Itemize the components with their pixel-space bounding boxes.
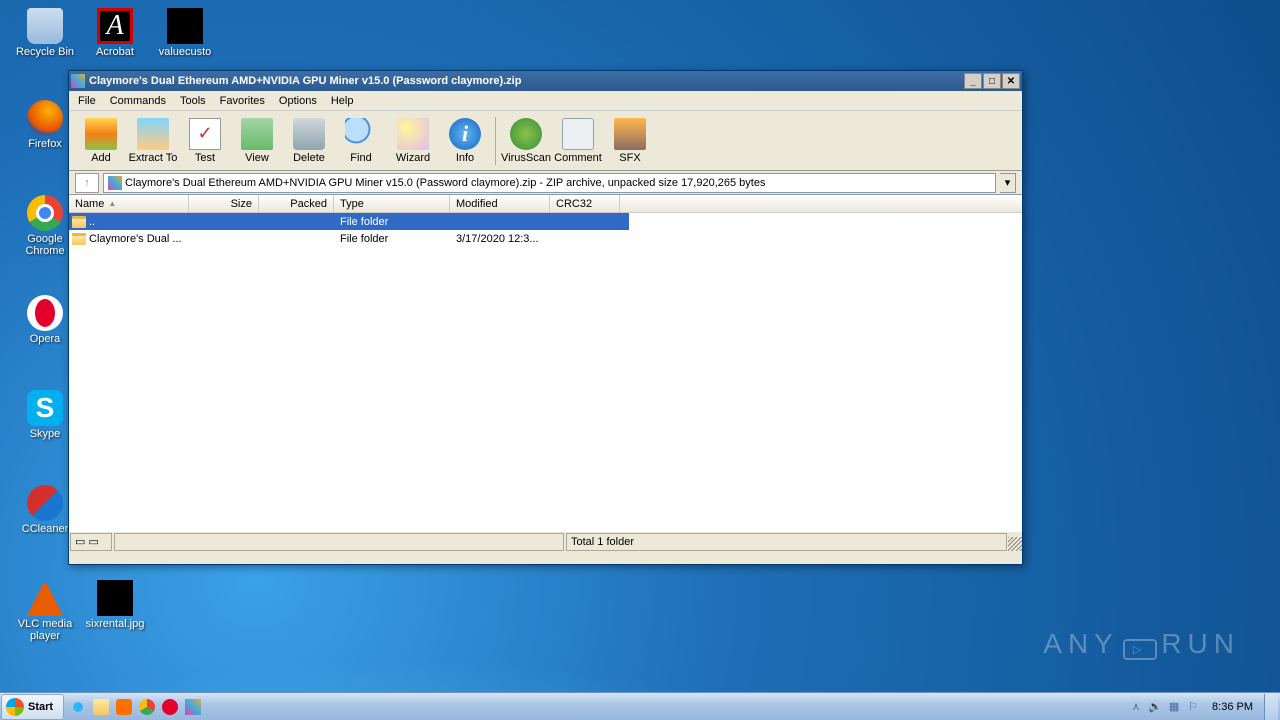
toolbar-separator (495, 117, 496, 165)
toolbar-sfx[interactable]: SFX (604, 113, 656, 169)
menu-favorites[interactable]: Favorites (213, 93, 272, 109)
anyrun-watermark: ANY▷RUN (1043, 628, 1240, 660)
quicklaunch-ie[interactable] (67, 696, 89, 718)
menu-tools[interactable]: Tools (173, 93, 213, 109)
winrar-icon (71, 74, 85, 88)
toolbar-test[interactable]: Test (179, 113, 231, 169)
desktop-icon-recycle-bin[interactable]: Recycle Bin (10, 8, 80, 58)
start-button[interactable]: Start (1, 694, 64, 720)
toolbar-add[interactable]: Add (75, 113, 127, 169)
archive-icon (108, 176, 122, 190)
quicklaunch-mp[interactable] (113, 696, 135, 718)
desktop-icon-acrobat[interactable]: AAcrobat (80, 8, 150, 58)
up-button[interactable]: ↑ (75, 173, 99, 193)
col-modified[interactable]: Modified (450, 195, 550, 212)
toolbar-info[interactable]: iInfo (439, 113, 491, 169)
titlebar[interactable]: Claymore's Dual Ethereum AMD+NVIDIA GPU … (69, 71, 1022, 91)
toolbar-delete[interactable]: Delete (283, 113, 335, 169)
desktop-icon-sixrental-jpg[interactable]: sixrental.jpg (80, 580, 150, 630)
status-seg-total: Total 1 folder (566, 533, 1007, 551)
menu-help[interactable]: Help (324, 93, 361, 109)
toolbar-view[interactable]: View (231, 113, 283, 169)
desktop-icon-valuecusto[interactable]: valuecusto (150, 8, 220, 58)
col-size[interactable]: Size (189, 195, 259, 212)
maximize-button[interactable]: □ (983, 73, 1001, 89)
volume-icon[interactable]: 🔊 (1147, 699, 1163, 715)
col-packed[interactable]: Packed (259, 195, 334, 212)
close-button[interactable]: ✕ (1002, 73, 1020, 89)
quicklaunch-ex[interactable] (90, 696, 112, 718)
status-seg-icons: ▭ ▭ (70, 533, 112, 551)
quicklaunch-op[interactable] (159, 696, 181, 718)
toolbar: AddExtract ToTestViewDeleteFindWizardiIn… (69, 111, 1022, 171)
minimize-button[interactable]: _ (964, 73, 982, 89)
window-buttons: _ □ ✕ (964, 73, 1020, 89)
windows-orb-icon (6, 698, 24, 716)
path-text: Claymore's Dual Ethereum AMD+NVIDIA GPU … (125, 177, 765, 189)
show-desktop-button[interactable] (1264, 694, 1278, 720)
quicklaunch-wr[interactable] (182, 696, 204, 718)
menu-file[interactable]: File (71, 93, 103, 109)
toolbar-comment[interactable]: Comment (552, 113, 604, 169)
file-row[interactable]: Claymore's Dual ...File folder3/17/2020 … (69, 230, 1022, 247)
toolbar-wizard[interactable]: Wizard (387, 113, 439, 169)
network-icon[interactable]: ▦ (1166, 699, 1182, 715)
quicklaunch-ch[interactable] (136, 696, 158, 718)
file-rows: ..File folderClaymore's Dual ...File fol… (69, 213, 1022, 247)
file-list: Name▲ Size Packed Type Modified CRC32 ..… (69, 195, 1022, 531)
toolbar-virusscan[interactable]: VirusScan (500, 113, 552, 169)
statusbar: ▭ ▭ Total 1 folder (69, 531, 1022, 551)
system-tray: ⋏ 🔊 ▦ ⚐ 8:36 PM (1126, 693, 1280, 720)
column-headers: Name▲ Size Packed Type Modified CRC32 (69, 195, 1022, 213)
flag-icon[interactable]: ⚐ (1185, 699, 1201, 715)
menu-options[interactable]: Options (272, 93, 324, 109)
menubar: FileCommandsToolsFavoritesOptionsHelp (69, 91, 1022, 111)
path-field[interactable]: Claymore's Dual Ethereum AMD+NVIDIA GPU … (103, 173, 996, 193)
col-type[interactable]: Type (334, 195, 450, 212)
toolbar-find[interactable]: Find (335, 113, 387, 169)
path-dropdown[interactable]: ▾ (1000, 173, 1016, 193)
menu-commands[interactable]: Commands (103, 93, 173, 109)
folder-icon (72, 233, 86, 245)
resize-grip[interactable] (1008, 537, 1022, 551)
col-name[interactable]: Name▲ (69, 195, 189, 212)
tray-expand-icon[interactable]: ⋏ (1128, 699, 1144, 715)
file-row[interactable]: ..File folder (69, 213, 1022, 230)
winrar-window: Claymore's Dual Ethereum AMD+NVIDIA GPU … (68, 70, 1023, 565)
col-crc[interactable]: CRC32 (550, 195, 620, 212)
clock[interactable]: 8:36 PM (1204, 701, 1261, 713)
taskbar: Start ⋏ 🔊 ▦ ⚐ 8:36 PM (0, 692, 1280, 720)
status-seg-selection (114, 533, 564, 551)
addressbar: ↑ Claymore's Dual Ethereum AMD+NVIDIA GP… (69, 171, 1022, 195)
quick-launch (67, 696, 204, 718)
window-title: Claymore's Dual Ethereum AMD+NVIDIA GPU … (89, 75, 964, 87)
desktop-icon-vlc-media-player[interactable]: VLC media player (10, 580, 80, 642)
toolbar-extract-to[interactable]: Extract To (127, 113, 179, 169)
folder-icon (72, 216, 86, 228)
